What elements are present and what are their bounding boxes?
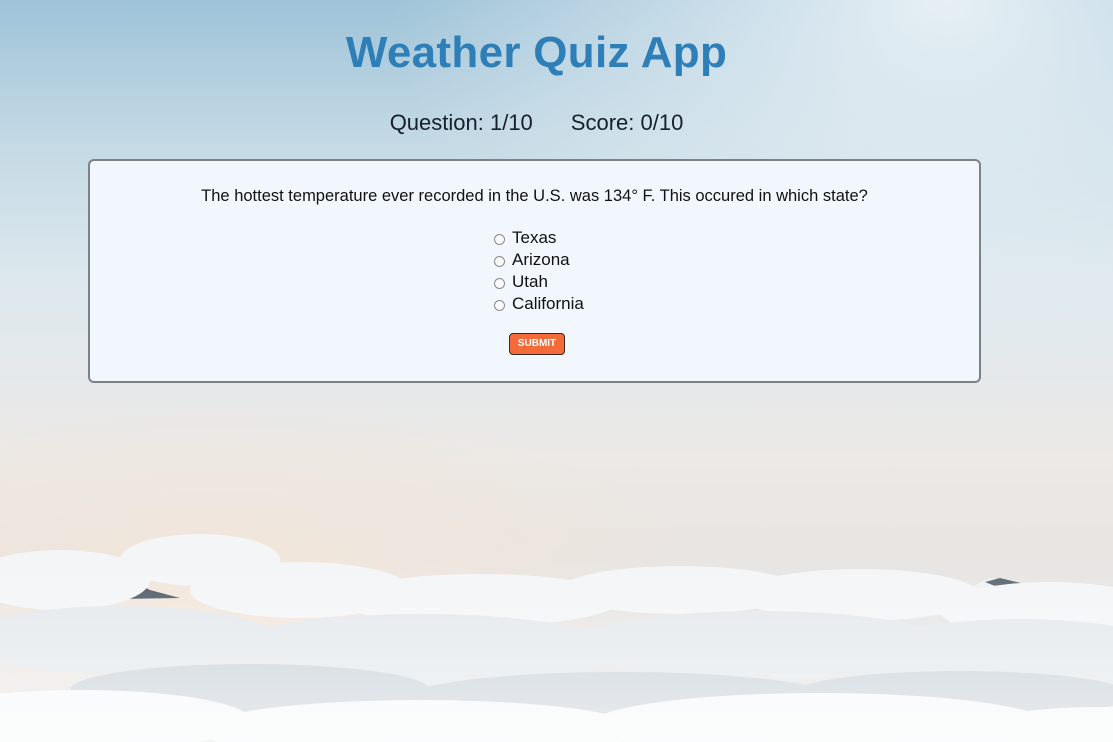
answer-option-arizona[interactable]: Arizona	[494, 249, 584, 271]
score-counter: Score: 0/10	[570, 110, 684, 135]
answer-label: Utah	[512, 272, 548, 291]
answer-options: Texas Arizona Utah California	[494, 227, 584, 315]
submit-button[interactable]: SUBMIT	[509, 333, 565, 355]
question-text: The hottest temperature ever recorded in…	[201, 187, 868, 205]
answer-option-california[interactable]: California	[494, 293, 584, 315]
radio-button[interactable]	[494, 256, 505, 267]
app-title: Weather Quiz App	[345, 28, 728, 77]
answer-option-utah[interactable]: Utah	[494, 271, 584, 293]
answer-option-texas[interactable]: Texas	[494, 227, 584, 249]
answer-label: Arizona	[512, 250, 570, 269]
quiz-stats: Question: 1/10 Score: 0/10	[0, 110, 1073, 136]
radio-button[interactable]	[494, 300, 505, 311]
answer-label: California	[512, 294, 584, 313]
quiz-card: The hottest temperature ever recorded in…	[88, 159, 981, 383]
question-counter: Question: 1/10	[389, 110, 533, 135]
radio-button[interactable]	[494, 234, 505, 245]
answer-label: Texas	[512, 228, 557, 247]
radio-button[interactable]	[494, 278, 505, 289]
